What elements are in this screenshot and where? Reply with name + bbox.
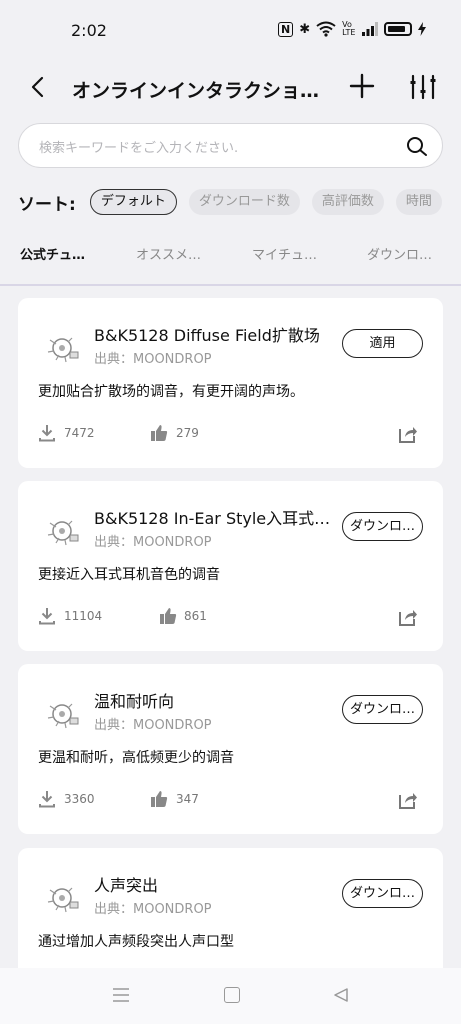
list-item[interactable]: B&K5128 In-Ear Style入耳式… 出典：MOONDROP ダウン… <box>18 481 443 651</box>
tuning-name: 温和耐听向 <box>94 692 175 711</box>
volte-icon: VoLTE <box>342 20 356 37</box>
equalizer-icon[interactable] <box>408 72 438 102</box>
search-placeholder: 検索キーワードをご入力ください. <box>39 141 239 156</box>
chip-logo-icon <box>42 692 86 736</box>
sort-chip-likes[interactable]: 高評価数 <box>311 189 384 215</box>
share-icon[interactable] <box>398 424 418 444</box>
card-stats: 7472 279 <box>38 424 428 444</box>
thumbs-up-icon[interactable] <box>150 790 168 808</box>
like-count: 861 <box>184 609 207 623</box>
tab-official[interactable]: 公式チュ… <box>20 244 85 263</box>
download-count: 3360 <box>64 792 95 806</box>
tab-recommended[interactable]: オススメ… <box>136 244 201 263</box>
chip-logo-icon <box>42 876 86 920</box>
back-triangle-icon[interactable] <box>333 987 349 1003</box>
tuning-source: 出典：MOONDROP <box>94 902 212 917</box>
sort-chip-default[interactable]: デフォルト <box>89 189 177 215</box>
system-nav-bar <box>0 968 461 1024</box>
tuning-source: 出典：MOONDROP <box>94 352 212 367</box>
sort-bar: ソート: デフォルト ダウンロード数 高評価数 時間 <box>18 187 461 217</box>
tab-downloaded[interactable]: ダウンロ… <box>367 244 432 263</box>
download-button[interactable]: ダウンロ… <box>342 512 423 541</box>
download-count: 11104 <box>64 609 103 623</box>
status-time: 2:02 <box>71 21 107 40</box>
wifi-icon <box>316 21 336 37</box>
download-icon[interactable] <box>38 790 56 808</box>
sort-label: ソート: <box>18 194 76 215</box>
home-square-icon[interactable] <box>224 987 240 1003</box>
share-icon[interactable] <box>398 607 418 627</box>
tuning-name: B&K5128 Diffuse Field扩散场 <box>94 326 320 345</box>
page-title: オンラインインタラクショ… <box>72 80 320 102</box>
nfc-icon: N <box>278 21 294 37</box>
tuning-source: 出典：MOONDROP <box>94 535 212 550</box>
plus-icon[interactable] <box>348 68 376 111</box>
status-icons: N ✱ VoLTE <box>278 20 427 37</box>
recents-menu-icon[interactable] <box>113 988 129 1002</box>
like-count: 279 <box>176 426 199 440</box>
download-button[interactable]: ダウンロ… <box>342 695 423 724</box>
download-button[interactable]: ダウンロ… <box>342 879 423 908</box>
tabs-divider <box>0 284 461 286</box>
card-stats: 3360 347 <box>38 790 428 810</box>
list-item[interactable]: 温和耐听向 出典：MOONDROP ダウンロ… 更温和耐听，高低频更少的调音 3… <box>18 664 443 834</box>
sort-chip-downloads[interactable]: ダウンロード数 <box>188 189 300 215</box>
tuning-description: 更温和耐听，高低频更少的调音 <box>38 750 234 766</box>
tuning-description: 更加贴合扩散场的调音，有更开阔的声场。 <box>38 384 304 400</box>
chip-logo-icon <box>42 326 86 370</box>
tuning-description: 通过增加人声频段突出人声口型 <box>38 934 234 950</box>
category-tabs: 公式チュ… オススメ… マイチュ… ダウンロ… <box>0 236 461 272</box>
apply-button[interactable]: 適用 <box>342 329 423 358</box>
status-bar: 2:02 N ✱ VoLTE <box>0 0 461 60</box>
search-icon[interactable] <box>405 135 429 159</box>
tuning-name: 人声突出 <box>94 876 159 895</box>
signal-icon <box>362 22 379 36</box>
tuning-source: 出典：MOONDROP <box>94 718 212 733</box>
tab-mine[interactable]: マイチュ… <box>252 244 317 263</box>
list-item[interactable]: B&K5128 Diffuse Field扩散场 出典：MOONDROP 適用 … <box>18 298 443 468</box>
like-count: 347 <box>176 792 199 806</box>
tuning-name: B&K5128 In-Ear Style入耳式… <box>94 509 331 528</box>
sort-chip-time[interactable]: 時間 <box>395 189 442 215</box>
tuning-description: 更接近入耳式耳机音色的调音 <box>38 567 220 583</box>
top-bar: オンラインインタラクショ… <box>0 60 461 116</box>
battery-icon <box>384 22 413 36</box>
share-icon[interactable] <box>398 790 418 810</box>
charging-icon <box>418 22 427 36</box>
back-chevron-icon[interactable] <box>24 72 54 102</box>
chip-logo-icon <box>42 509 86 553</box>
bluetooth-icon: ✱ <box>299 21 311 37</box>
thumbs-up-icon[interactable] <box>150 424 168 442</box>
download-icon[interactable] <box>38 424 56 442</box>
thumbs-up-icon[interactable] <box>159 607 177 625</box>
download-count: 7472 <box>64 426 95 440</box>
download-icon[interactable] <box>38 607 56 625</box>
search-input[interactable]: 検索キーワードをご入力ください. <box>18 123 443 168</box>
card-stats: 11104 861 <box>38 607 428 627</box>
